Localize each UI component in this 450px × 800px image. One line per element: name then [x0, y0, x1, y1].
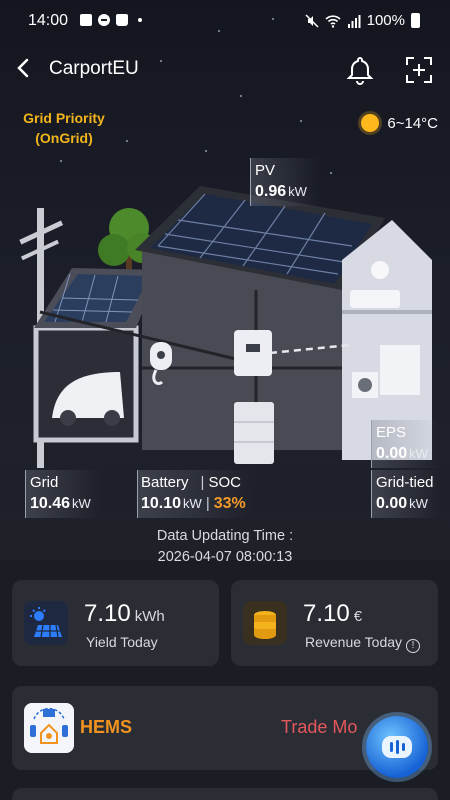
- grid-tied-value: 0.00: [376, 495, 408, 512]
- shopping-bag-icon: [116, 14, 128, 26]
- revenue-label-line: Revenue Today!: [305, 634, 421, 653]
- pv-unit: kW: [288, 184, 307, 199]
- eps-value: 0.00: [376, 445, 408, 462]
- update-time: 2026-04-07 08:00:13: [157, 549, 293, 565]
- grid-tied-label: Grid-tied: [376, 474, 434, 491]
- grid-tied-readout[interactable]: Grid-tied 0.00 kW: [376, 472, 434, 514]
- battery-percent: 100%: [366, 12, 405, 29]
- mute-icon: [305, 13, 319, 28]
- revenue-unit: €: [353, 608, 363, 625]
- sun-icon: [361, 114, 380, 132]
- bell-icon[interactable]: [344, 54, 376, 86]
- pv-label: PV: [255, 162, 276, 179]
- battery-readout[interactable]: Battery | SOC 10.10 kW | 33%: [141, 472, 246, 514]
- grid-label: Grid: [30, 474, 59, 491]
- main-house: [135, 186, 432, 460]
- star: [300, 120, 302, 122]
- temperature: 6~14°C: [387, 114, 438, 132]
- grid-unit: kW: [72, 496, 91, 511]
- soc-value: 33%: [213, 495, 246, 512]
- yield-label: Yield Today: [86, 634, 158, 650]
- notification-icons: [80, 14, 142, 26]
- more-notifications-dot-icon: [138, 18, 142, 22]
- assistant-button[interactable]: [366, 716, 428, 778]
- battery-icon: [411, 13, 420, 28]
- battery-unit: kW: [183, 496, 202, 511]
- eps-label: EPS: [376, 424, 407, 441]
- grid-value: 10.46: [30, 495, 71, 512]
- scan-add-icon[interactable]: [403, 54, 435, 86]
- yield-value: 7.10: [84, 600, 131, 627]
- hems-icon: [24, 703, 74, 753]
- do-not-disturb-icon: [98, 14, 110, 26]
- next-card-peek: [12, 788, 438, 800]
- pv-readout[interactable]: PV 0.96 kW: [255, 160, 307, 202]
- revenue-value-line: 7.10 €: [303, 600, 362, 628]
- revenue-label: Revenue Today: [305, 634, 403, 650]
- revenue-today-card[interactable]: 7.10 € Revenue Today!: [231, 580, 438, 666]
- update-label: Data Updating Time :: [156, 528, 294, 544]
- hems-label: HEMS: [80, 717, 133, 737]
- trade-mode-label[interactable]: Trade Mo: [281, 717, 357, 738]
- revenue-value: 7.10: [303, 600, 350, 627]
- star: [126, 140, 128, 142]
- mode-line2: (OnGrid): [35, 130, 93, 146]
- eps-readout[interactable]: EPS 0.00 kW: [376, 422, 428, 464]
- eps-unit: kW: [409, 446, 428, 461]
- coins-icon: [243, 601, 287, 645]
- signal-icon: [347, 14, 361, 28]
- inverter-icon: [234, 330, 272, 376]
- grid-readout[interactable]: Grid 10.46 kW: [30, 472, 91, 514]
- page-title: CarportEU: [49, 58, 139, 79]
- pv-value: 0.96: [255, 183, 287, 200]
- operation-mode: Grid Priority (OnGrid): [14, 108, 114, 148]
- assistant-icon: [382, 736, 412, 758]
- status-time: 14:00: [28, 12, 69, 29]
- battery-stack-icon: [234, 402, 274, 464]
- star: [240, 95, 242, 97]
- mode-line1: Grid Priority: [23, 110, 105, 126]
- info-icon[interactable]: !: [406, 639, 421, 653]
- data-update-info: Data Updating Time : 2026-04-07 08:00:13: [0, 526, 450, 568]
- yield-unit: kWh: [134, 608, 165, 625]
- app-header: CarportEU: [0, 48, 450, 92]
- weather: 6~14°C: [361, 114, 438, 132]
- solar-panel-icon: [24, 601, 68, 645]
- soc-label: SOC: [208, 474, 241, 491]
- checkbox-notification-icon: [80, 14, 92, 26]
- yield-today-card[interactable]: 7.10 kWh Yield Today: [12, 580, 219, 666]
- battery-label: Battery: [141, 474, 189, 491]
- status-bar: 14:00 100%: [0, 0, 450, 40]
- wifi-icon: [325, 14, 341, 28]
- yield-value-line: 7.10 kWh: [84, 600, 165, 628]
- system-status: 100%: [305, 12, 420, 29]
- carport: [33, 268, 160, 443]
- battery-value: 10.10: [141, 495, 182, 512]
- grid-tied-unit: kW: [409, 496, 428, 511]
- back-arrow-icon[interactable]: [12, 56, 36, 80]
